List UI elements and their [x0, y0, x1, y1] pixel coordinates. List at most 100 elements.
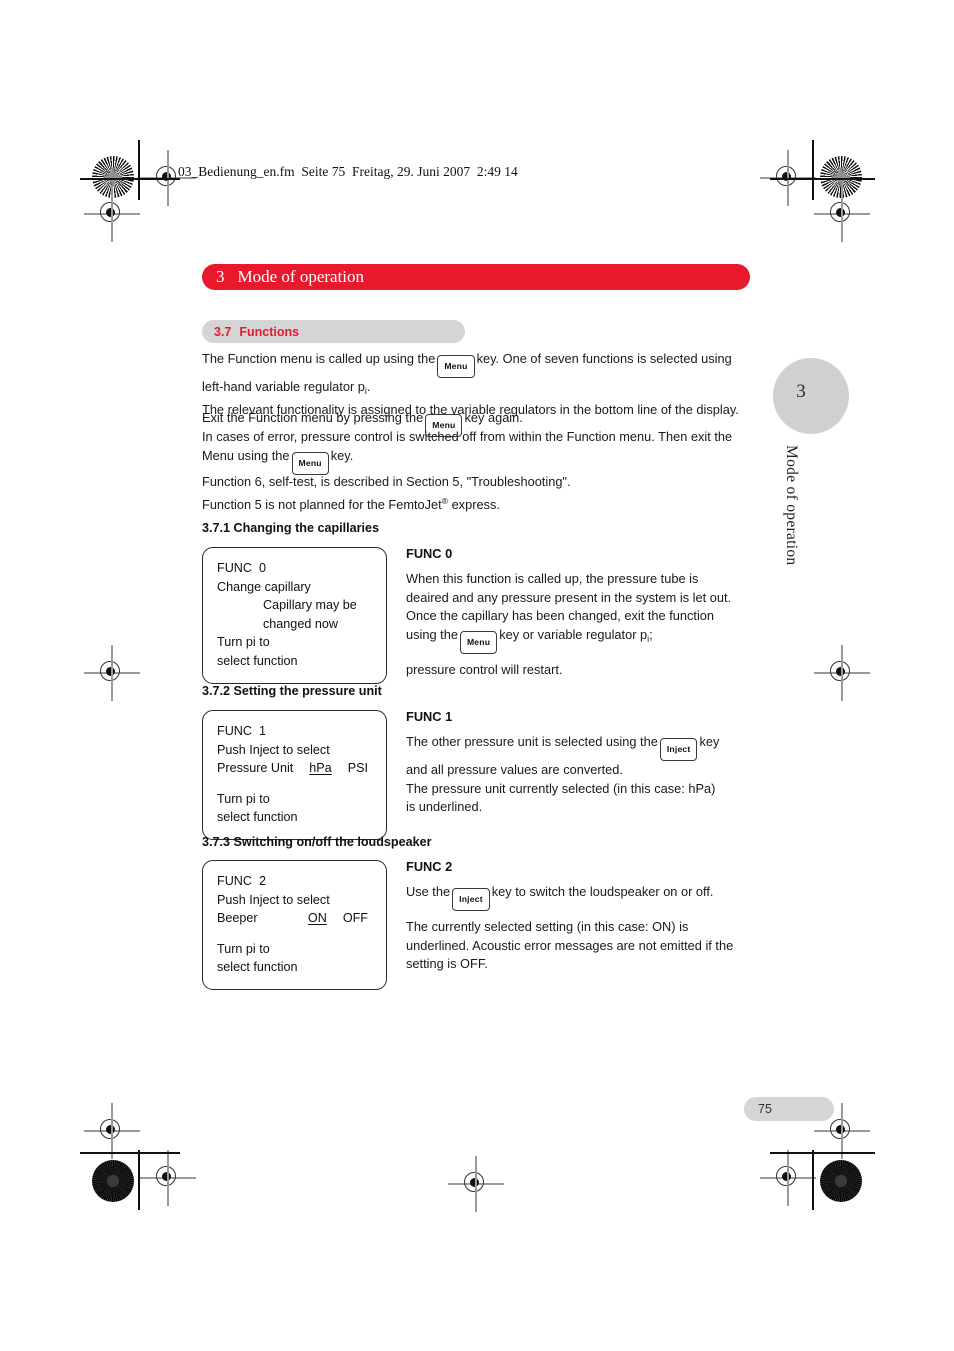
section-header-bar: 3.7 Functions: [202, 320, 465, 343]
func2-body-line3: underlined. Acoustic error messages are …: [406, 937, 734, 953]
registration-crosshair-bottom-left: [140, 1150, 196, 1206]
registration-crosshair-right-upper: [814, 186, 870, 242]
menu-key-3[interactable]: Menu: [291, 451, 329, 475]
lcd-func1-option-row: Pressure Unit hPa PSI: [217, 759, 372, 778]
trim-line-bottom-left-vertical: [138, 1150, 140, 1210]
trim-line-top-right-horizontal: [770, 178, 875, 180]
lcd-func2-option-label: Beeper: [217, 911, 258, 926]
func0-body-text-c: ;: [649, 626, 653, 642]
registration-crosshair-left-upper: [84, 186, 140, 242]
func1-body-line4: is underlined.: [406, 799, 483, 815]
lcd-display-func1: FUNC 1 Push Inject to select Pressure Un…: [202, 710, 387, 840]
intro-paragraph-3: In cases of error, pressure control is s…: [202, 428, 750, 475]
chapter-banner: 3 Mode of operation: [202, 264, 750, 290]
lcd-display-func2: FUNC 2 Push Inject to select Beeper ON O…: [202, 860, 387, 990]
func0-body-text-a: using the: [406, 626, 458, 642]
func1-body-text-a: The other pressure unit is selected usin…: [406, 734, 658, 749]
trim-line-bottom-right-horizontal: [770, 1152, 875, 1154]
func2-body-text-b: key to switch the loudspeaker on or off.: [491, 884, 714, 899]
subsection-heading-373: 3.7.3 Switching on/off the loudspeaker: [202, 835, 432, 849]
trim-line-bottom-right-vertical: [812, 1150, 814, 1210]
registration-star-target-bottom-right: [820, 1160, 862, 1202]
func0-body-text-b: key or variable regulator p: [499, 626, 648, 642]
subsection-heading-371: 3.7.1 Changing the capillaries: [202, 521, 380, 535]
lcd-func2-line1: FUNC 2: [217, 874, 266, 888]
trim-line-bottom-left-horizontal: [80, 1152, 180, 1154]
registration-crosshair-right-middle: [814, 645, 870, 701]
lcd-func2-line6: select function: [217, 960, 298, 975]
lcd-func0-line1: FUNC 0: [217, 561, 266, 575]
lcd-func1-option-other[interactable]: PSI: [348, 759, 368, 778]
intro-p1-text-b: key. One of seven functions is selected …: [476, 351, 732, 366]
menu-key-1[interactable]: Menu: [437, 355, 475, 378]
lcd-func2-option-row: Beeper ON OFF: [217, 909, 372, 928]
func0-body-line3: Once the capillary has been changed, exi…: [406, 608, 715, 624]
registered-trademark-symbol: ®: [441, 495, 448, 506]
lcd-func0-line2: Change capillary: [217, 579, 311, 594]
lcd-func0-line3: Capillary may be: [263, 598, 357, 613]
trim-line-top-right-vertical: [812, 140, 814, 200]
lcd-func2-line2: Push Inject to select: [217, 892, 330, 907]
intro-p1-text-c: left-hand variable regulator p: [202, 379, 365, 394]
intro-p2-text-b: key again.: [464, 410, 523, 425]
lcd-func1-spacer: [217, 778, 372, 790]
func1-title: FUNC 1: [406, 709, 453, 724]
func2-body: Use the Inject key to switch the loudspeak…: [406, 883, 756, 974]
func0-body-line1: When this function is called up, the pre…: [406, 571, 699, 586]
chapter-tab-circle: 3: [773, 358, 849, 434]
func1-body: The other pressure unit is selected usin…: [406, 733, 756, 817]
lcd-func1-line6: select function: [217, 810, 298, 825]
inject-key-2[interactable]: Inject: [452, 888, 490, 911]
lcd-func0-line4: changed now: [263, 616, 338, 631]
section-number: 3.7: [214, 324, 232, 339]
lcd-func2-spacer: [217, 928, 372, 940]
func0-body-line2: deaired and any pressure present in the …: [406, 589, 732, 605]
func1-body-line3: The pressure unit currently selected (in…: [406, 780, 716, 796]
chapter-number: 3: [216, 267, 225, 286]
registration-crosshair-bottom-center: [448, 1156, 504, 1212]
lcd-func1-option-label: Pressure Unit: [217, 761, 294, 776]
inject-key-1[interactable]: Inject: [659, 738, 698, 761]
func2-body-text-a: Use the: [406, 884, 451, 899]
trim-line-top-left-vertical: [138, 140, 140, 200]
registration-star-target-bottom-left: [92, 1160, 134, 1202]
lcd-func0-line6: select function: [217, 653, 298, 668]
intro-p3-line1: In cases of error, pressure control is s…: [202, 429, 733, 444]
menu-key-4[interactable]: Menu: [459, 630, 498, 654]
lcd-func2-option-other[interactable]: OFF: [343, 909, 368, 928]
func1-body-text-b: key: [699, 734, 720, 749]
page-number-pill: 75: [744, 1097, 834, 1121]
chapter-tab-number: 3: [796, 381, 806, 402]
func1-body-line2: and all pressure values are converted.: [406, 762, 623, 777]
intro-p2-text-a: Exit the Function menu by pressing the: [202, 410, 424, 425]
chapter-title: Mode of operation: [237, 267, 365, 286]
intro-p3-text-a: Menu using the: [202, 447, 290, 463]
lcd-func2-line5: Turn pi to: [217, 941, 270, 956]
lcd-func2-option-selected[interactable]: ON: [308, 909, 327, 928]
lcd-func1-line2: Push Inject to select: [217, 742, 330, 757]
intro-p4-line1: Function 6, self-test, is described in S…: [202, 474, 571, 489]
intro-p1-text-d: .: [366, 379, 371, 394]
intro-p4-text-a: Function 5 is not planned for the FemtoJ…: [202, 496, 442, 512]
lcd-func0-line5: Turn pi to: [217, 635, 270, 650]
registration-crosshair-bottom-right: [760, 1150, 816, 1206]
chapter-side-label: Mode of operation: [783, 445, 800, 566]
func0-body-line5: pressure control will restart.: [406, 661, 563, 677]
trim-line-top-left-horizontal: [80, 178, 180, 180]
registration-crosshair-left-middle: [84, 645, 140, 701]
func2-title: FUNC 2: [406, 859, 453, 874]
intro-paragraph-4: Function 6, self-test, is described in S…: [202, 473, 750, 514]
func0-body: When this function is called up, the pre…: [406, 570, 756, 679]
intro-p3-text-b: key.: [330, 447, 354, 463]
intro-p4-text-b: express.: [451, 496, 500, 512]
page-number: 75: [758, 1102, 772, 1116]
func2-body-line4: setting is OFF.: [406, 956, 488, 972]
lcd-func1-option-selected[interactable]: hPa: [309, 759, 331, 778]
lcd-func1-line1: FUNC 1: [217, 724, 266, 738]
intro-p1-text-a: The Function menu is called up using the: [202, 351, 436, 366]
subsection-heading-372: 3.7.2 Setting the pressure unit: [202, 684, 382, 698]
lcd-func1-line5: Turn pi to: [217, 791, 270, 806]
section-title: Functions: [239, 324, 300, 339]
func0-title: FUNC 0: [406, 546, 453, 561]
lcd-display-func0: FUNC 0 Change capillary Capillary may be…: [202, 547, 387, 684]
